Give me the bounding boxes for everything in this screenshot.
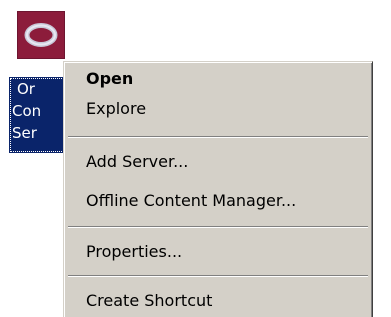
menu-separator xyxy=(68,136,368,138)
menu-item-explore[interactable]: Explore xyxy=(68,94,368,124)
menu-item-offline-content-manager[interactable]: Offline Content Manager... xyxy=(68,186,368,216)
icon-label-line-2: Con xyxy=(12,102,42,120)
menu-separator xyxy=(68,226,368,228)
menu-item-create-shortcut[interactable]: Create Shortcut xyxy=(68,286,368,316)
desktop-icon-label[interactable]: Or Con Ser xyxy=(9,77,69,153)
oracle-icon[interactable] xyxy=(17,11,65,59)
menu-item-add-server[interactable]: Add Server... xyxy=(68,147,368,177)
menu-separator xyxy=(68,275,368,277)
icon-label-line-3: Ser xyxy=(12,124,37,142)
menu-item-open[interactable]: Open xyxy=(68,64,368,94)
context-menu: Open Explore Add Server... Offline Conte… xyxy=(63,61,373,317)
menu-item-properties[interactable]: Properties... xyxy=(68,237,368,267)
desktop: Or Con Ser Open Explore Add Server... Of… xyxy=(0,0,391,317)
